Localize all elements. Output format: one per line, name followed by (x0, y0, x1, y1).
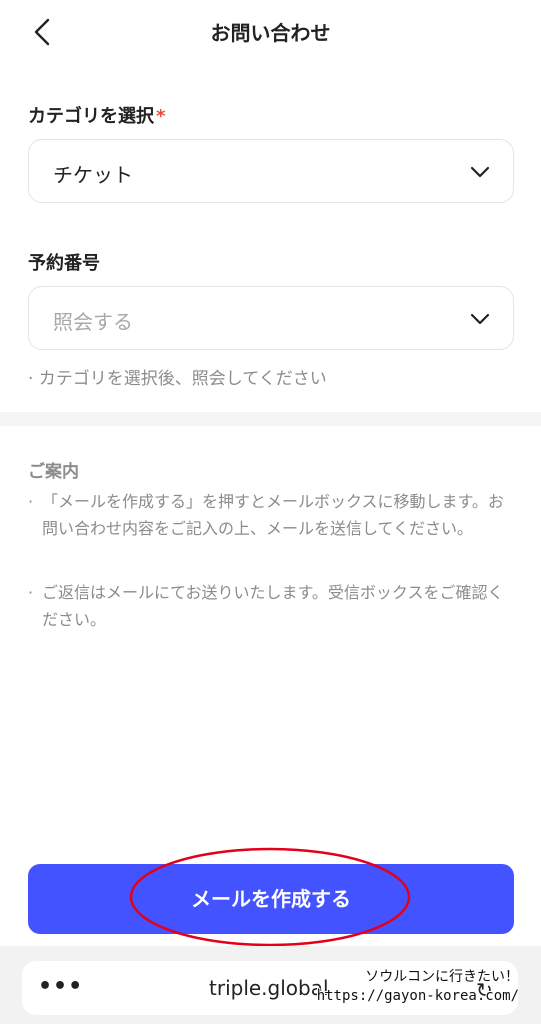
watermark-line1: ソウルコンに行きたい！ (365, 969, 519, 985)
more-icon[interactable]: ••• (38, 976, 83, 998)
reservation-placeholder: 照会する (53, 310, 133, 334)
header: お問い合わせ (0, 0, 541, 64)
notice-item: · ご返信はメールにてお送りいたします。受信ボックスをご確認ください。 (28, 579, 514, 633)
notice-title: ご案内 (28, 462, 79, 482)
category-label-text: カテゴリを選択 (28, 106, 154, 127)
section-divider (0, 412, 541, 426)
url-text[interactable]: triple.global (209, 976, 329, 1000)
notice-item: · 「メールを作成する」を押すとメールボックスに移動します。お問い合わせ内容をご… (28, 488, 514, 542)
page-title: お問い合わせ (210, 21, 331, 45)
create-email-button[interactable]: メールを作成する (28, 864, 514, 934)
category-selected-value: チケット (53, 163, 133, 187)
chevron-down-icon (470, 313, 490, 325)
chevron-down-icon (470, 166, 490, 178)
watermark-line2: https://gayon-korea.com/ (316, 988, 519, 1004)
reservation-select[interactable]: 照会する (28, 286, 514, 350)
required-mark: * (156, 106, 166, 127)
reservation-label: 予約番号 (28, 253, 100, 274)
notice-item-text: 「メールを作成する」を押すとメールボックスに移動します。お問い合わせ内容をご記入… (42, 492, 504, 538)
category-label: カテゴリを選択 * (28, 102, 165, 128)
reservation-hint: · カテゴリを選択後、照会してください (28, 369, 327, 389)
bullet-dot: · (28, 492, 34, 511)
watermark: ソウルコンに行きたい！ https://gayon-korea.com/ (317, 968, 519, 1006)
category-select[interactable]: チケット (28, 139, 514, 203)
bullet-dot: · (28, 583, 34, 602)
notice-item-text: ご返信はメールにてお送りいたします。受信ボックスをご確認ください。 (42, 583, 504, 629)
